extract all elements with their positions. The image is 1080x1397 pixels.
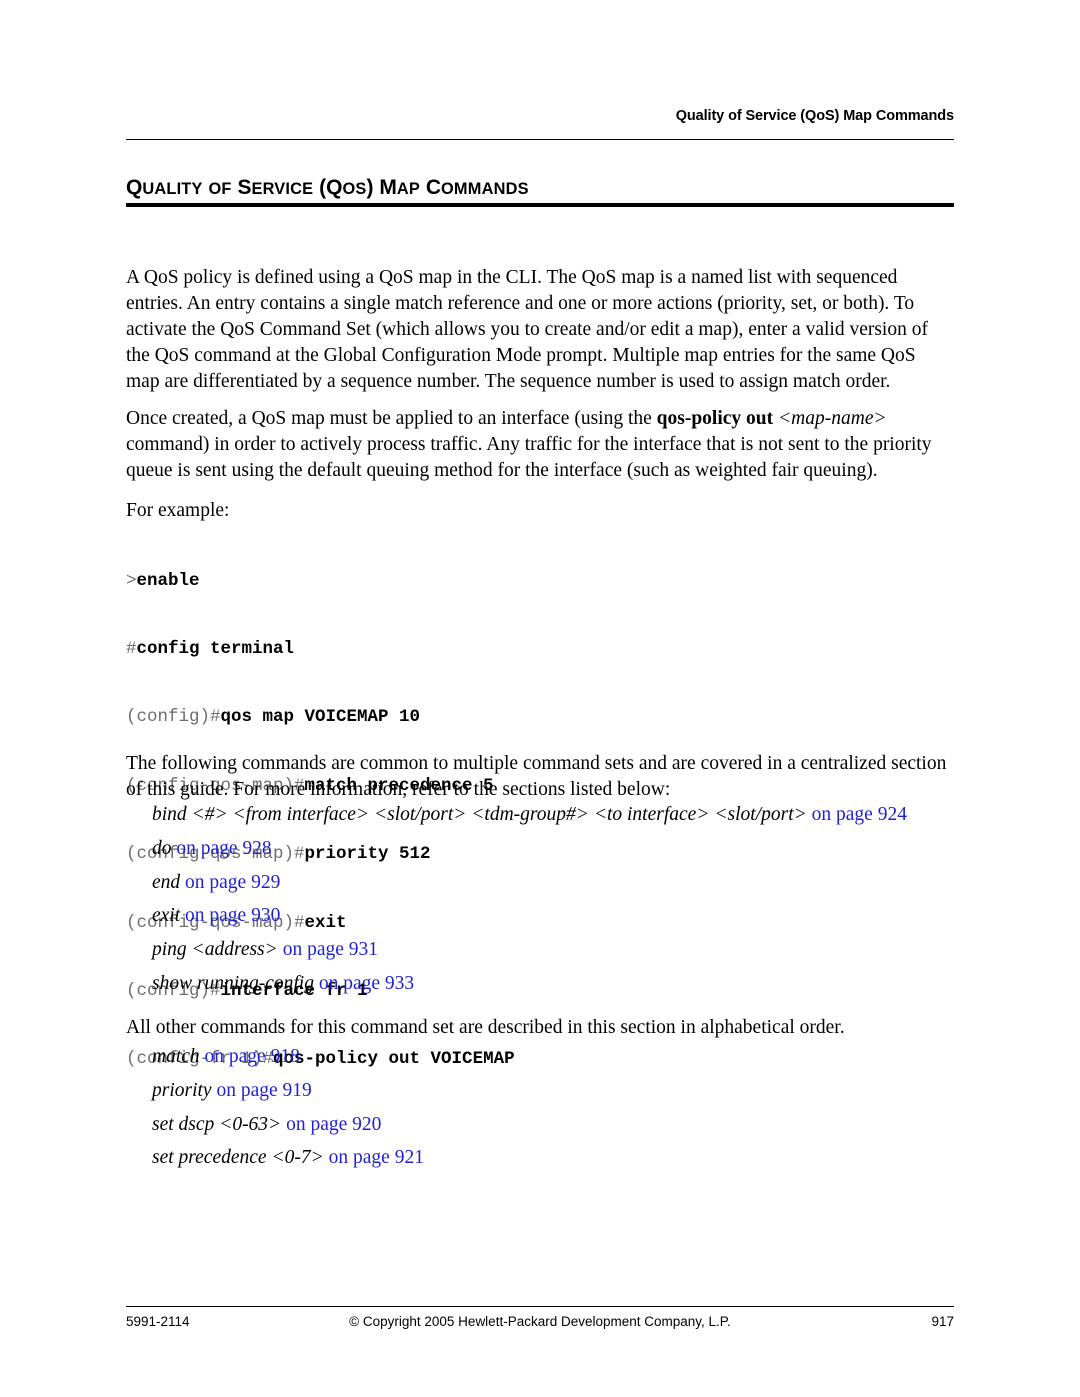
map-name-placeholder: <map-name> — [773, 407, 887, 429]
header-divider-rule — [126, 139, 954, 140]
cross-reference-link[interactable]: end on page 929 — [152, 866, 962, 900]
common-commands-link-list: bind <#> <from interface> <slot/port> <t… — [152, 798, 962, 1001]
title-segment-smallcaps: ERVICE — [251, 180, 314, 199]
cross-reference-page-link[interactable]: on page 930 — [185, 905, 280, 926]
code-line: (config)#qos map VOICEMAP 10 — [126, 706, 954, 729]
title-segment: C — [425, 176, 441, 200]
apply-text-before: Once created, a QoS map must be applied … — [126, 407, 657, 429]
title-segment: S — [237, 176, 252, 200]
title-segment: M — [379, 176, 397, 200]
cross-reference-link[interactable]: ping <address> on page 931 — [152, 933, 962, 967]
document-page: Quality of Service (QoS) Map Commands QU… — [0, 0, 1080, 1397]
title-segment: ) — [366, 176, 374, 200]
code-line: >enable — [126, 570, 954, 593]
apply-text-after: command) in order to actively process tr… — [126, 433, 932, 481]
cross-reference-link[interactable]: match on page 918 — [152, 1040, 962, 1074]
title-segment-smallcaps: OF — [208, 180, 232, 199]
apply-paragraph: Once created, a QoS map must be applied … — [126, 406, 954, 485]
cross-reference-command: ping <address> — [152, 939, 278, 961]
common-commands-paragraph: The following commands are common to mul… — [126, 752, 947, 800]
other-commands-link-list: match on page 918 priority on page 919 s… — [152, 1040, 962, 1175]
title-segment: (Q — [319, 176, 343, 200]
cross-reference-link[interactable]: set dscp <0-63> on page 920 — [152, 1108, 962, 1142]
cross-reference-link[interactable]: show running-config on page 933 — [152, 967, 962, 1001]
cross-reference-page-link[interactable]: on page 919 — [216, 1080, 311, 1101]
cross-reference-command: match — [152, 1046, 200, 1067]
cross-reference-page-link[interactable]: on page 928 — [176, 838, 271, 859]
cross-reference-link[interactable]: set precedence <0-7> on page 921 — [152, 1141, 962, 1175]
cli-prompt: (config)# — [126, 707, 221, 728]
cli-command: qos map VOICEMAP 10 — [220, 707, 421, 728]
cross-reference-command: priority — [152, 1079, 212, 1101]
cli-prompt: > — [126, 570, 137, 591]
cross-reference-page-link[interactable]: on page 931 — [283, 939, 378, 960]
cross-reference-page-link[interactable]: on page 929 — [185, 872, 280, 893]
title-segment-smallcaps: OMMANDS — [441, 180, 529, 199]
footer-page-number: 917 — [931, 1314, 954, 1329]
cross-reference-page-link[interactable]: on page 933 — [319, 973, 414, 994]
cross-reference-link[interactable]: exit on page 930 — [152, 899, 962, 933]
qos-policy-out-command: qos-policy out — [656, 407, 774, 429]
footer-divider-rule — [126, 1306, 954, 1307]
cross-reference-command: bind <#> <from interface> <slot/port> <t… — [152, 804, 807, 825]
cross-reference-link[interactable]: bind <#> <from interface> <slot/port> <t… — [152, 798, 962, 832]
title-segment-smallcaps: OS — [342, 180, 367, 199]
title-segment: Q — [126, 176, 143, 200]
cross-reference-page-link[interactable]: on page 921 — [329, 1147, 424, 1168]
for-example-label: For example: — [126, 499, 230, 521]
title-divider-rule — [126, 203, 954, 207]
running-header: Quality of Service (QoS) Map Commands — [675, 108, 954, 124]
cross-reference-command: exit — [152, 905, 181, 927]
cross-reference-page-link[interactable]: on page 924 — [812, 804, 907, 825]
cross-reference-link[interactable]: priority on page 919 — [152, 1074, 962, 1108]
cross-reference-command: do — [152, 837, 172, 859]
cross-reference-command: set dscp <0-63> — [152, 1113, 282, 1135]
all-other-commands-paragraph: All other commands for this command set … — [126, 1016, 845, 1038]
title-segment-smallcaps: UALITY — [142, 180, 203, 199]
code-line: #config terminal — [126, 638, 954, 661]
cross-reference-page-link[interactable]: on page 920 — [286, 1114, 381, 1135]
cli-prompt: # — [126, 638, 137, 659]
cross-reference-link[interactable]: do on page 928 — [152, 832, 962, 866]
cli-command: config terminal — [136, 638, 295, 659]
intro-paragraph: A QoS policy is defined using a QoS map … — [126, 266, 928, 393]
page-title: QUALITY OF SERVICE (QOS) MAP COMMANDS — [126, 177, 954, 198]
cross-reference-command: show running-config — [152, 972, 314, 994]
cross-reference-page-link[interactable]: on page 918 — [205, 1046, 300, 1067]
title-segment-smallcaps: AP — [396, 180, 420, 199]
cross-reference-command: set precedence <0-7> — [152, 1147, 324, 1169]
cross-reference-command: end — [152, 871, 181, 893]
cli-command: enable — [136, 570, 200, 591]
